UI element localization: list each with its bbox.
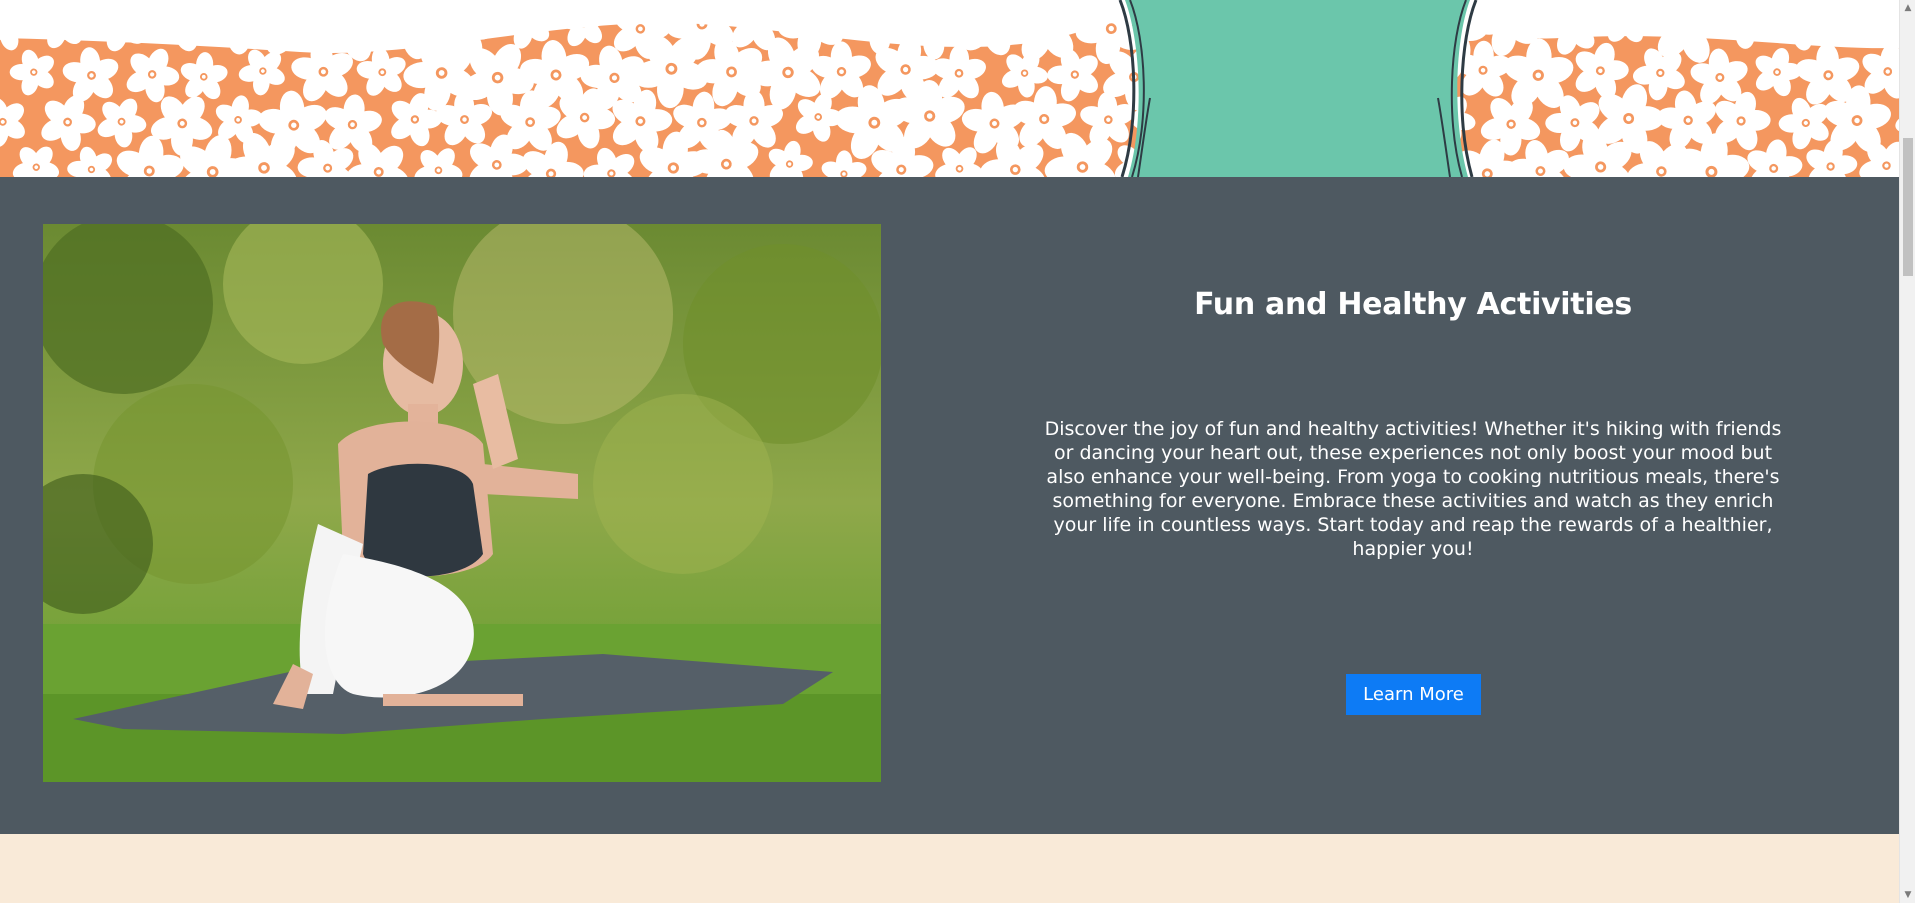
vertical-scrollbar[interactable]: ▲ ▼ xyxy=(1899,0,1915,903)
floral-pattern-illustration xyxy=(0,0,1899,177)
next-section-top xyxy=(0,834,1899,903)
feature-description: Discover the joy of fun and healthy acti… xyxy=(1044,418,1782,560)
learn-more-button[interactable]: Learn More xyxy=(1346,674,1481,715)
page-viewport: Fun and Healthy Activities Discover the … xyxy=(0,0,1899,903)
activities-feature-section: Fun and Healthy Activities Discover the … xyxy=(0,177,1899,834)
scroll-down-arrow-icon[interactable]: ▼ xyxy=(1900,887,1915,903)
scroll-up-arrow-icon[interactable]: ▲ xyxy=(1900,0,1915,16)
feature-text-block: Fun and Healthy Activities Discover the … xyxy=(1040,177,1786,834)
scrollbar-thumb[interactable] xyxy=(1903,138,1913,276)
yoga-photo xyxy=(43,224,881,782)
decorative-banner xyxy=(0,0,1899,177)
feature-title: Fun and Healthy Activities xyxy=(1194,287,1632,322)
